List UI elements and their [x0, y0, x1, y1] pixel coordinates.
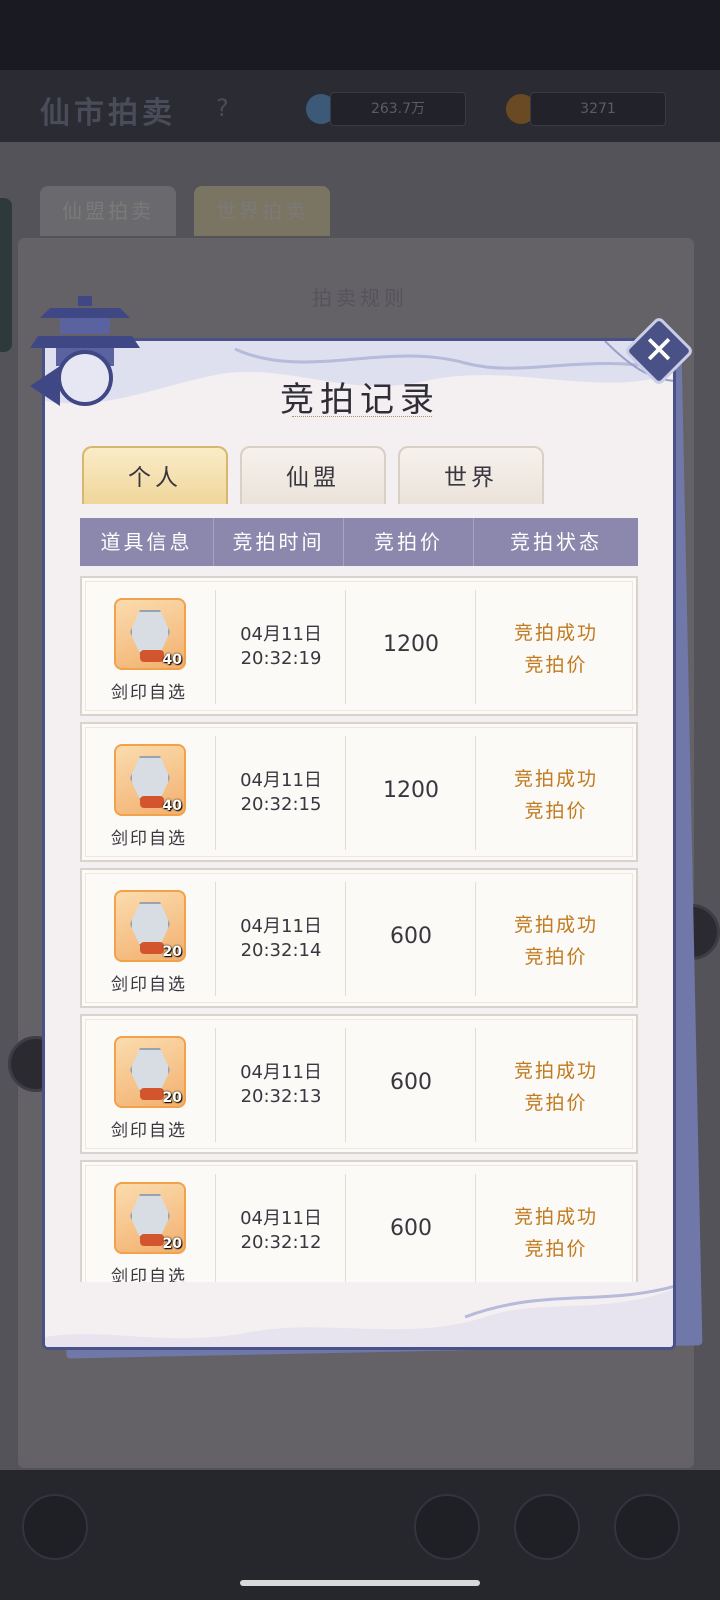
bid-date: 04月11日 [240, 1208, 322, 1229]
gem-icon [130, 610, 170, 654]
ribbon-icon [140, 796, 164, 808]
sword-seal-item-icon[interactable]: 20 [114, 890, 186, 962]
background-bottom-button-2 [514, 1494, 580, 1560]
bid-price: 600 [390, 1216, 432, 1241]
bid-status: 竞拍成功 [513, 622, 598, 644]
sword-seal-item-icon[interactable]: 40 [114, 598, 186, 670]
modal-footer-waves [45, 1285, 673, 1347]
table-header: 道具信息 竞拍时间 竞拍价 竞拍状态 [80, 518, 638, 566]
column-header-item-info: 道具信息 [80, 518, 214, 566]
bid-status-cell: 竞拍成功 竞拍价 [476, 882, 636, 996]
background-bottom-button-1 [414, 1494, 480, 1560]
item-name: 剑印自选 [111, 829, 187, 849]
bid-price: 600 [390, 1070, 432, 1095]
bid-date: 04月11日 [240, 916, 322, 937]
back-arrow-icon [22, 1494, 88, 1560]
bid-time: 20:32:12 [240, 1232, 322, 1253]
bid-price-cell: 1200 [346, 590, 476, 704]
bid-status-detail: 竞拍价 [524, 1238, 588, 1260]
sword-seal-item-icon[interactable]: 40 [114, 744, 186, 816]
bid-status-detail: 竞拍价 [524, 800, 588, 822]
gem-icon [130, 1194, 170, 1238]
item-info-cell: 40 剑印自选 [82, 736, 216, 850]
item-name: 剑印自选 [111, 1121, 187, 1141]
column-header-bid-status: 竞拍状态 [510, 530, 602, 554]
item-info-cell: 40 剑印自选 [82, 590, 216, 704]
bid-time-cell: 04月11日 20:32:13 [216, 1028, 346, 1142]
tab-alliance[interactable]: 仙盟 [240, 446, 386, 504]
item-name: 剑印自选 [111, 975, 187, 995]
bid-time: 20:32:14 [240, 940, 322, 961]
bid-status-cell: 竞拍成功 竞拍价 [476, 1174, 636, 1282]
bid-price: 1200 [383, 632, 439, 657]
bid-price-cell: 600 [346, 1174, 476, 1282]
ribbon-icon [140, 1088, 164, 1100]
bid-time: 20:32:15 [240, 794, 322, 815]
item-info-cell: 20 剑印自选 [82, 1028, 216, 1142]
background-tab-alliance: 仙盟拍卖 [40, 186, 176, 236]
gem-icon [130, 902, 170, 946]
table-row: 20 剑印自选 04月11日 20:32:14 600 竞拍成功 竞拍价 [80, 868, 638, 1008]
bid-status-cell: 竞拍成功 竞拍价 [476, 1028, 636, 1142]
sword-seal-item-icon[interactable]: 20 [114, 1182, 186, 1254]
ribbon-icon [140, 1234, 164, 1246]
tab-world[interactable]: 世界 [398, 446, 544, 504]
item-quantity: 20 [162, 944, 182, 960]
bid-price-cell: 600 [346, 1028, 476, 1142]
modal-title: 竞拍记录 [280, 380, 440, 420]
gem-icon [130, 756, 170, 800]
bid-status-cell: 竞拍成功 竞拍价 [476, 590, 636, 704]
item-info-cell: 20 剑印自选 [82, 1174, 216, 1282]
bid-status-detail: 竞拍价 [524, 1092, 588, 1114]
bid-time-cell: 04月11日 20:32:19 [216, 590, 346, 704]
item-quantity: 20 [162, 1090, 182, 1106]
bid-time-cell: 04月11日 20:32:14 [216, 882, 346, 996]
bid-status: 竞拍成功 [513, 914, 598, 936]
item-name: 剑印自选 [111, 683, 187, 703]
bid-status: 竞拍成功 [513, 1206, 598, 1228]
gem-icon [130, 1048, 170, 1092]
background-bottom-button-3 [614, 1494, 680, 1560]
bid-status-detail: 竞拍价 [524, 946, 588, 968]
bid-status: 竞拍成功 [513, 768, 598, 790]
title-ornament [292, 416, 432, 420]
bid-time: 20:32:19 [240, 648, 322, 669]
table-row: 40 剑印自选 04月11日 20:32:19 1200 竞拍成功 竞拍价 [80, 576, 638, 716]
item-info-cell: 20 剑印自选 [82, 882, 216, 996]
bid-status: 竞拍成功 [513, 1060, 598, 1082]
bid-status-detail: 竞拍价 [524, 654, 588, 676]
bid-price-cell: 600 [346, 882, 476, 996]
sword-seal-item-icon[interactable]: 20 [114, 1036, 186, 1108]
bid-time-cell: 04月11日 20:32:15 [216, 736, 346, 850]
bid-price: 1200 [383, 778, 439, 803]
bid-price: 600 [390, 924, 432, 949]
bid-status-cell: 竞拍成功 竞拍价 [476, 736, 636, 850]
background-resource-2: 3271 [530, 92, 666, 126]
bid-price-cell: 1200 [346, 736, 476, 850]
home-indicator[interactable] [240, 1580, 480, 1586]
bid-date: 04月11日 [240, 1062, 322, 1083]
column-header-bid-price: 竞拍价 [344, 518, 474, 566]
background-tab-world: 世界拍卖 [194, 186, 330, 236]
bid-time: 20:32:13 [240, 1086, 322, 1107]
tab-personal[interactable]: 个人 [82, 446, 228, 504]
item-quantity: 40 [162, 652, 182, 668]
ribbon-icon [140, 650, 164, 662]
background-title: 仙市拍卖 [40, 96, 176, 131]
item-quantity: 40 [162, 798, 182, 814]
bid-record-list[interactable]: 40 剑印自选 04月11日 20:32:19 1200 竞拍成功 竞拍价 40… [80, 574, 638, 1282]
item-name: 剑印自选 [111, 1267, 187, 1282]
bid-time-cell: 04月11日 20:32:12 [216, 1174, 346, 1282]
column-header-bid-time: 竞拍时间 [214, 518, 344, 566]
table-row: 20 剑印自选 04月11日 20:32:12 600 竞拍成功 竞拍价 [80, 1160, 638, 1282]
background-side-strip [0, 198, 12, 352]
background-resource-1: 263.7万 [330, 92, 466, 126]
background-help-icon: ? [216, 94, 229, 122]
table-row: 20 剑印自选 04月11日 20:32:13 600 竞拍成功 竞拍价 [80, 1014, 638, 1154]
item-quantity: 20 [162, 1236, 182, 1252]
ribbon-icon [140, 942, 164, 954]
bid-date: 04月11日 [240, 624, 322, 645]
table-row: 40 剑印自选 04月11日 20:32:15 1200 竞拍成功 竞拍价 [80, 722, 638, 862]
bid-date: 04月11日 [240, 770, 322, 791]
